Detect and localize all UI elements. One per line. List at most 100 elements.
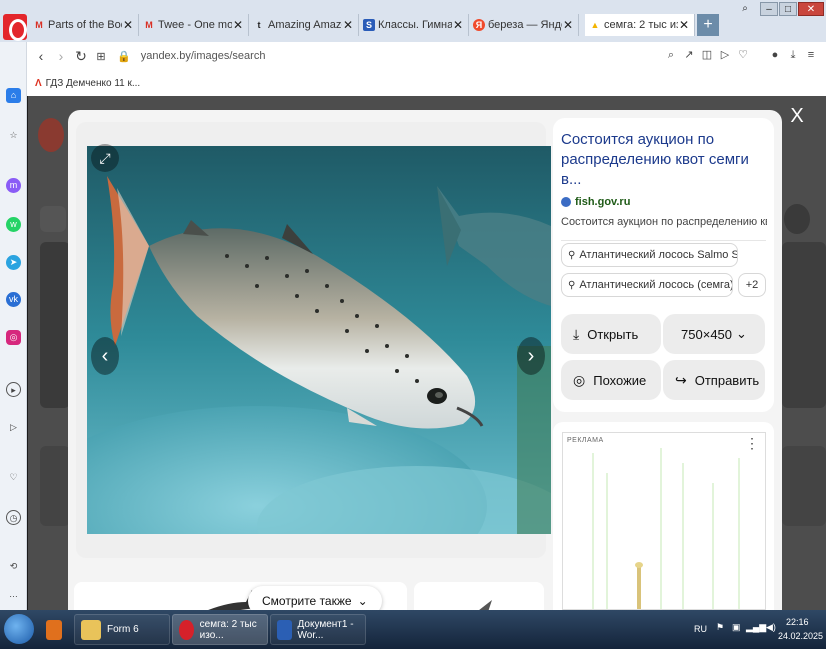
share-icon[interactable]: ↗ <box>682 48 696 62</box>
download-icon[interactable]: ⤓ <box>786 48 800 62</box>
word-icon <box>277 619 292 640</box>
open-button[interactable]: ⤓ Открыть <box>561 314 661 354</box>
forward-icon[interactable]: › <box>51 48 71 64</box>
messenger-icon[interactable]: m <box>6 178 21 193</box>
history-icon[interactable]: ◷ <box>6 510 21 525</box>
school-site-icon: S <box>363 19 375 31</box>
taskbar-label: Form 6 <box>107 624 139 635</box>
url-input[interactable]: yandex.by/images/search <box>141 50 266 62</box>
star-icon[interactable]: ☆ <box>6 128 21 143</box>
language-indicator[interactable]: RU <box>694 624 707 634</box>
expand-icon[interactable]: ⤢ <box>91 144 119 172</box>
close-icon[interactable]: ✕ <box>562 18 574 32</box>
tab-6-active[interactable]: ▲ семга: 2 тыс изображен ✕ <box>585 14 695 36</box>
yandex-icon: Я <box>473 19 485 31</box>
player-icon[interactable]: ▷ <box>718 48 732 62</box>
more-icon[interactable]: … <box>6 587 21 602</box>
tag-chip-label: Атлантический лосось (семга) (... <box>579 279 733 291</box>
result-thumb <box>782 242 826 408</box>
minimize-button[interactable]: – <box>760 2 778 16</box>
close-icon[interactable]: ✕ <box>232 18 244 32</box>
image-viewer-modal: ⤢ ‹ › Состоится аукцион по распределению… <box>68 110 782 610</box>
vk-icon[interactable]: vk <box>6 292 21 307</box>
taskbar-item-opera[interactable]: семга: 2 тыс изо... <box>172 614 268 645</box>
tag-chip[interactable]: ⚲ Атлантический лосось (семга) (... <box>561 273 733 297</box>
more-tags-chip[interactable]: +2 <box>738 273 766 297</box>
menu-icon[interactable]: ≡ <box>804 48 818 62</box>
window-close-button[interactable]: ✕ <box>798 2 824 16</box>
gmail-icon: M <box>145 20 153 30</box>
camera-icon[interactable]: ◫ <box>700 48 714 62</box>
close-icon[interactable]: ✕ <box>342 18 354 32</box>
search-icon: ⚲ <box>568 249 576 261</box>
tab-3[interactable]: t Amazing Amazon Rainfo ✕ <box>249 14 359 36</box>
tab-title: Parts of the Body (1).pdf <box>48 19 122 31</box>
source-title-link[interactable]: Состоится аукцион по распределению квот … <box>561 130 766 190</box>
tab-title: Amazing Amazon Rainfo <box>268 19 342 31</box>
signal-icon[interactable]: ▂▄▆ <box>746 622 766 633</box>
new-tab-button[interactable]: + <box>697 14 719 36</box>
next-image-button[interactable]: › <box>517 337 545 375</box>
see-also-label: Смотрите также <box>262 594 352 608</box>
close-icon[interactable]: ✕ <box>122 18 134 32</box>
salmon-photo[interactable] <box>87 146 551 534</box>
share-button[interactable]: ↪ Отправить <box>663 360 765 400</box>
tab-1[interactable]: M Parts of the Body (1).pdf ✕ <box>29 14 139 36</box>
instagram-icon[interactable]: ◎ <box>6 330 21 345</box>
heart-icon[interactable]: ♡ <box>6 470 21 485</box>
filter-icon <box>40 206 66 232</box>
back-icon[interactable]: ‹ <box>31 48 51 64</box>
source-site[interactable]: fish.gov.ru <box>561 196 766 208</box>
tab-2[interactable]: M Twee - One more step a ✕ <box>139 14 249 36</box>
similar-button[interactable]: ◎ Похожие <box>561 360 661 400</box>
lock-icon[interactable]: 🔒 <box>117 50 131 63</box>
network-icon[interactable]: ▣ <box>732 622 741 633</box>
tab-bar: M Parts of the Body (1).pdf ✕ M Twee - O… <box>0 0 826 42</box>
size-dropdown[interactable]: 750×450 ⌄ <box>663 314 765 354</box>
zoom-icon[interactable]: ⌕ <box>664 48 678 62</box>
profile-icon[interactable]: ● <box>768 48 782 62</box>
close-icon[interactable]: ✕ <box>452 18 464 32</box>
result-thumb <box>40 242 70 408</box>
heart-icon[interactable]: ♡ <box>736 48 750 62</box>
ad-banner[interactable]: РЕКЛАМА ⋮ <box>562 432 766 610</box>
divider <box>561 240 766 241</box>
start-button[interactable] <box>4 614 34 644</box>
close-icon[interactable]: ✕ <box>678 18 690 32</box>
clock-time[interactable]: 22:16 <box>786 617 809 627</box>
send-icon[interactable]: ▷ <box>6 420 21 435</box>
music-icon[interactable]: ▸ <box>6 382 21 397</box>
flag-icon[interactable]: ⚑ <box>716 622 724 633</box>
tab-5[interactable]: Я береза — Яндекс: нашл ✕ <box>469 14 579 36</box>
bookmarks-bar: Λ ГДЗ Демченко 11 к... <box>27 70 826 96</box>
tag-chip[interactable]: ⚲ Атлантический лосось Salmo Salar <box>561 243 738 267</box>
telegram-icon[interactable]: ➤ <box>6 255 21 270</box>
see-also-button[interactable]: Смотрите также ⌄ <box>248 586 382 610</box>
home-icon[interactable]: ⌂ <box>6 88 21 103</box>
close-viewer-button[interactable]: X <box>787 105 807 127</box>
reload-icon[interactable]: ↻ <box>71 48 91 65</box>
folder-icon <box>81 619 101 640</box>
whatsapp-icon[interactable]: w <box>6 217 21 232</box>
opera-logo-icon[interactable] <box>3 14 27 41</box>
tag-chip-label: Атлантический лосось Salmo Salar <box>579 249 737 261</box>
windows-taskbar: Form 6 семга: 2 тыс изо... Документ1 - W… <box>0 610 826 649</box>
extensions-icon[interactable]: ⟲ <box>6 559 21 574</box>
previous-image-button[interactable]: ‹ <box>91 337 119 375</box>
taskbar-item-folder[interactable]: Form 6 <box>74 614 170 645</box>
next-page-icon <box>784 204 810 234</box>
tab-grid-icon[interactable]: ⊞ <box>91 50 111 63</box>
similar-label: Похожие <box>593 372 647 388</box>
share-arrow-icon: ↪ <box>675 371 687 388</box>
tab-4[interactable]: S Классы. Гимназия № 2 ✕ <box>359 14 469 36</box>
media-player-icon[interactable] <box>40 614 68 645</box>
maximize-button[interactable]: □ <box>779 2 797 16</box>
bookmark-item[interactable]: ГДЗ Демченко 11 к... <box>46 78 141 89</box>
clock-date[interactable]: 24.02.2025 <box>778 631 823 641</box>
tab-title: береза — Яндекс: нашл <box>488 19 562 31</box>
search-icon[interactable]: ⌕ <box>738 2 752 16</box>
taskbar-item-word[interactable]: Документ1 - Wor... <box>270 614 366 645</box>
media-player-icon-shape <box>46 619 62 640</box>
volume-icon[interactable]: ◀) <box>766 622 776 633</box>
related-image-card[interactable] <box>414 582 544 610</box>
